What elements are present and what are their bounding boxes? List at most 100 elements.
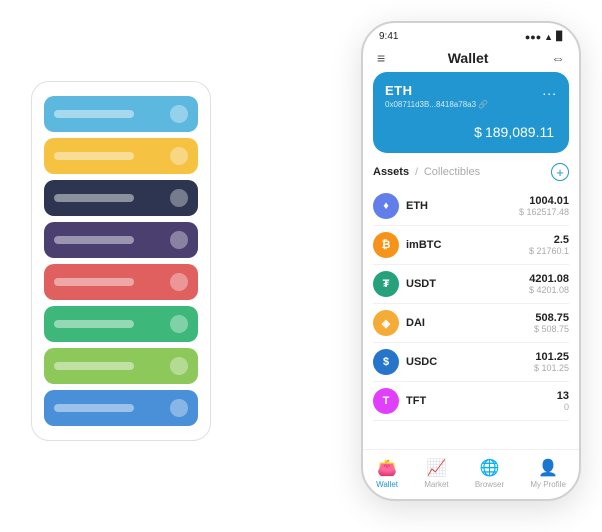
asset-left: ◈ DAI (373, 310, 425, 336)
stack-card[interactable] (44, 138, 198, 174)
asset-icon-imbtc: ₿ (373, 232, 399, 258)
status-bar: 9:41 ●●● ▲ ▉ (363, 23, 579, 46)
signal-icon: ●●● (525, 32, 541, 42)
eth-card-balance: $189,089.11 (385, 117, 557, 143)
eth-card-more-icon[interactable]: ... (542, 82, 557, 98)
asset-icon-tft: T (373, 388, 399, 414)
nav-item-wallet[interactable]: 👛 Wallet (376, 458, 398, 489)
phone-mockup: 9:41 ●●● ▲ ▉ ≡ Wallet ⇔ ETH ... 0x08711d (361, 21, 581, 501)
asset-symbol: DAI (406, 317, 425, 329)
status-icons: ●●● ▲ ▉ (525, 31, 563, 42)
nav-icon-wallet: 👛 (377, 458, 397, 478)
page-title: Wallet (448, 50, 489, 66)
stack-card-icon (170, 231, 188, 249)
stack-card[interactable] (44, 96, 198, 132)
nav-item-market[interactable]: 📈Market (424, 458, 448, 489)
asset-right: 508.75$ 508.75 (534, 312, 569, 334)
nav-label: Wallet (376, 480, 398, 489)
asset-amount: 101.25 (534, 351, 569, 363)
stack-card-icon (170, 147, 188, 165)
stack-card-icon (170, 105, 188, 123)
asset-right: 4201.08$ 4201.08 (529, 273, 569, 295)
asset-amount: 4201.08 (529, 273, 569, 285)
asset-icon-usdc: $ (373, 349, 399, 375)
asset-left: ♦ ETH (373, 193, 428, 219)
bottom-nav: 👛 Wallet 📈Market 🌐 Browser 👤 My Profile (363, 449, 579, 499)
stack-card[interactable] (44, 306, 198, 342)
stack-card-icon (170, 399, 188, 417)
scene: 9:41 ●●● ▲ ▉ ≡ Wallet ⇔ ETH ... 0x08711d (21, 21, 581, 511)
stack-card-label (54, 278, 134, 286)
stack-card-label (54, 110, 134, 118)
nav-label: Market (424, 480, 448, 489)
assets-tabs: Assets / Collectibles + (373, 163, 569, 181)
asset-icon-usdt: ₮ (373, 271, 399, 297)
stack-card[interactable] (44, 264, 198, 300)
wifi-icon: ▲ (544, 32, 553, 42)
asset-right: 130 (557, 390, 569, 412)
stack-card-icon (170, 189, 188, 207)
asset-usd: $ 101.25 (534, 363, 569, 373)
asset-amount: 508.75 (534, 312, 569, 324)
nav-item-my-profile[interactable]: 👤 My Profile (530, 458, 566, 489)
asset-row[interactable]: ♦ ETH 1004.01$ 162517.48 (373, 187, 569, 226)
asset-row[interactable]: $ USDC 101.25$ 101.25 (373, 343, 569, 382)
nav-icon-browser: 🌐 (480, 458, 500, 478)
asset-symbol: ETH (406, 200, 428, 212)
card-stack (31, 81, 211, 441)
status-time: 9:41 (379, 31, 398, 42)
asset-left: T TFT (373, 388, 426, 414)
asset-usd: $ 4201.08 (529, 285, 569, 295)
tab-collectibles[interactable]: Collectibles (424, 166, 480, 178)
asset-usd: $ 21760.1 (529, 246, 569, 256)
asset-amount: 1004.01 (519, 195, 569, 207)
stack-card[interactable] (44, 348, 198, 384)
stack-card[interactable] (44, 390, 198, 426)
stack-card-label (54, 362, 134, 370)
asset-row[interactable]: ₿ imBTC 2.5$ 21760.1 (373, 226, 569, 265)
asset-amount: 13 (557, 390, 569, 402)
asset-right: 1004.01$ 162517.48 (519, 195, 569, 217)
asset-list: ♦ ETH 1004.01$ 162517.48 ₿ imBTC 2.5$ 21760.1… (373, 187, 569, 449)
asset-symbol: imBTC (406, 239, 441, 251)
stack-card-icon (170, 315, 188, 333)
asset-symbol: USDT (406, 278, 436, 290)
asset-left: ₮ USDT (373, 271, 436, 297)
eth-card-address: 0x08711d3B...8418a78a3 🔗 (385, 100, 557, 109)
stack-card-label (54, 404, 134, 412)
nav-label: My Profile (530, 480, 566, 489)
tab-separator: / (415, 167, 418, 178)
stack-card-label (54, 194, 134, 202)
stack-card-icon (170, 357, 188, 375)
asset-symbol: USDC (406, 356, 437, 368)
nav-label: Browser (475, 480, 504, 489)
asset-row[interactable]: T TFT 130 (373, 382, 569, 421)
asset-icon-eth: ♦ (373, 193, 399, 219)
nav-icon-my-profile: 👤 (538, 458, 558, 478)
eth-card-symbol: ETH (385, 83, 413, 98)
asset-row[interactable]: ◈ DAI 508.75$ 508.75 (373, 304, 569, 343)
phone-body: ETH ... 0x08711d3B...8418a78a3 🔗 $189,08… (363, 72, 579, 449)
asset-row[interactable]: ₮ USDT 4201.08$ 4201.08 (373, 265, 569, 304)
asset-icon-dai: ◈ (373, 310, 399, 336)
battery-icon: ▉ (556, 31, 563, 42)
tab-assets[interactable]: Assets (373, 166, 409, 178)
asset-amount: 2.5 (529, 234, 569, 246)
expand-icon[interactable]: ⇔ (551, 50, 565, 66)
stack-card-label (54, 152, 134, 160)
nav-item-browser[interactable]: 🌐 Browser (475, 458, 504, 489)
menu-icon[interactable]: ≡ (377, 50, 385, 66)
asset-usd: $ 162517.48 (519, 207, 569, 217)
asset-right: 2.5$ 21760.1 (529, 234, 569, 256)
asset-left: $ USDC (373, 349, 437, 375)
stack-card-label (54, 236, 134, 244)
asset-left: ₿ imBTC (373, 232, 441, 258)
asset-usd: $ 508.75 (534, 324, 569, 334)
add-asset-button[interactable]: + (551, 163, 569, 181)
eth-wallet-card[interactable]: ETH ... 0x08711d3B...8418a78a3 🔗 $189,08… (373, 72, 569, 153)
stack-card-label (54, 320, 134, 328)
stack-card-icon (170, 273, 188, 291)
asset-symbol: TFT (406, 395, 426, 407)
stack-card[interactable] (44, 180, 198, 216)
stack-card[interactable] (44, 222, 198, 258)
